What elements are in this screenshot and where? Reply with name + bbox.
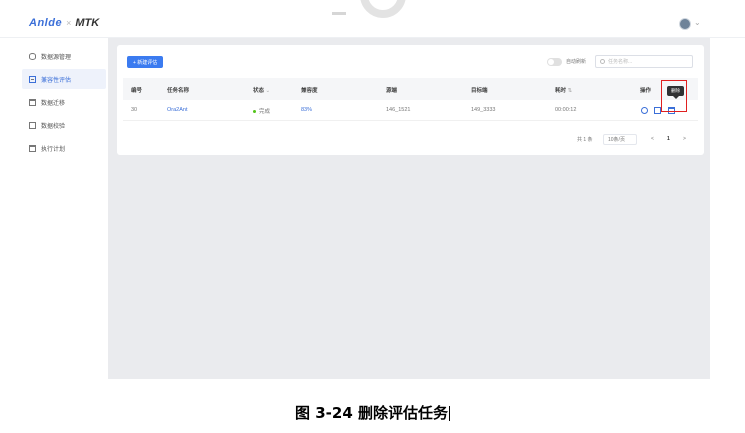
app-logo[interactable]: Anlde × MTK — [29, 17, 99, 29]
task-table: 编号 任务名称 状态 ⌄ 兼容度 源端 目标端 耗时 ⇅ 操作 30 Ora2A… — [123, 78, 698, 121]
status-dot-icon — [253, 110, 256, 114]
sidebar-item-compatibility[interactable]: 兼容性评估 — [22, 69, 106, 89]
row-source: 146_1521 — [386, 107, 411, 113]
sidebar-item-label: 兼容性评估 — [41, 77, 72, 84]
column-header-status[interactable]: 状态 ⌄ — [253, 86, 270, 94]
row-compat-link[interactable]: 83% — [301, 107, 312, 113]
text-cursor — [448, 406, 450, 421]
sort-icon[interactable]: ⇅ — [568, 88, 573, 94]
search-placeholder: 任务名称... — [608, 59, 633, 65]
sidebar-item-plan[interactable]: 执行计划 — [22, 138, 106, 158]
chevron-down-icon[interactable]: ⌄ — [694, 18, 701, 27]
table-header: 编号 任务名称 状态 ⌄ 兼容度 源端 目标端 耗时 ⇅ 操作 — [123, 78, 698, 100]
auto-refresh-toggle[interactable] — [547, 58, 562, 66]
sidebar-item-migration[interactable]: 数据迁移 — [22, 92, 106, 112]
pagination-total: 共 1 条 — [577, 137, 593, 143]
page-number-current[interactable]: 1 — [667, 136, 670, 142]
user-avatar[interactable] — [679, 18, 691, 30]
document-icon — [29, 75, 36, 83]
column-header-actions: 操作 — [640, 88, 652, 94]
row-duration: 00:00:12 — [555, 107, 577, 113]
column-header-id: 编号 — [131, 88, 143, 94]
auto-refresh-label: 自动刷新 — [566, 59, 587, 65]
logo-separator: × — [66, 18, 72, 28]
add-evaluation-button[interactable]: + 新建评估 — [127, 56, 164, 68]
calendar-icon — [29, 144, 36, 152]
prev-page-button[interactable]: < — [651, 136, 654, 142]
next-page-button[interactable]: > — [683, 136, 686, 142]
background-decoration-circle — [360, 0, 406, 18]
sidebar-item-label: 数据迁移 — [41, 100, 66, 107]
filter-icon[interactable]: ⌄ — [266, 88, 271, 94]
column-header-target: 目标端 — [471, 88, 488, 94]
task-card: + 新建评估 自动刷新 任务名称... 编号 任务名称 状态 ⌄ 兼容度 源端 … — [117, 45, 704, 155]
report-icon[interactable] — [654, 107, 661, 114]
column-header-compat: 兼容度 — [301, 88, 318, 94]
sidebar-item-datasource[interactable]: 数据源管理 — [22, 46, 106, 66]
table-row: 30 Ora2Ant 完成 83% 146_1521 149_3333 00:0… — [123, 80, 698, 121]
top-bar: Anlde × MTK ⌄ — [0, 0, 745, 38]
row-id: 30 — [131, 107, 138, 113]
column-header-source: 源端 — [386, 88, 398, 94]
column-header-name: 任务名称 — [167, 88, 190, 94]
page-size-select[interactable]: 10条/页 — [603, 134, 637, 145]
pagination: 共 1 条 10条/页 < 1 > — [117, 134, 704, 146]
database-icon — [29, 52, 36, 60]
search-icon — [600, 59, 605, 64]
row-target: 149_3333 — [471, 107, 496, 113]
view-icon[interactable] — [641, 107, 648, 114]
highlight-box — [661, 80, 687, 112]
figure-caption: 图 3-24 删除评估任务 — [295, 404, 450, 422]
column-header-duration[interactable]: 耗时 ⇅ — [555, 86, 572, 94]
folder-icon — [29, 98, 36, 106]
sidebar: 数据源管理 兼容性评估 数据迁移 数据校验 执行计划 — [22, 46, 106, 161]
row-status: 完成 — [253, 107, 270, 115]
check-icon — [29, 121, 36, 129]
sidebar-item-label: 数据校验 — [41, 123, 66, 130]
row-task-name-link[interactable]: Ora2Ant — [167, 107, 187, 113]
product-name: MTK — [75, 17, 100, 29]
background-decoration — [332, 12, 346, 15]
brand-name: Anlde — [29, 17, 63, 29]
sidebar-item-label: 数据源管理 — [41, 54, 72, 61]
sidebar-item-label: 执行计划 — [41, 146, 66, 153]
search-input[interactable]: 任务名称... — [595, 55, 693, 68]
sidebar-item-validation[interactable]: 数据校验 — [22, 115, 106, 135]
